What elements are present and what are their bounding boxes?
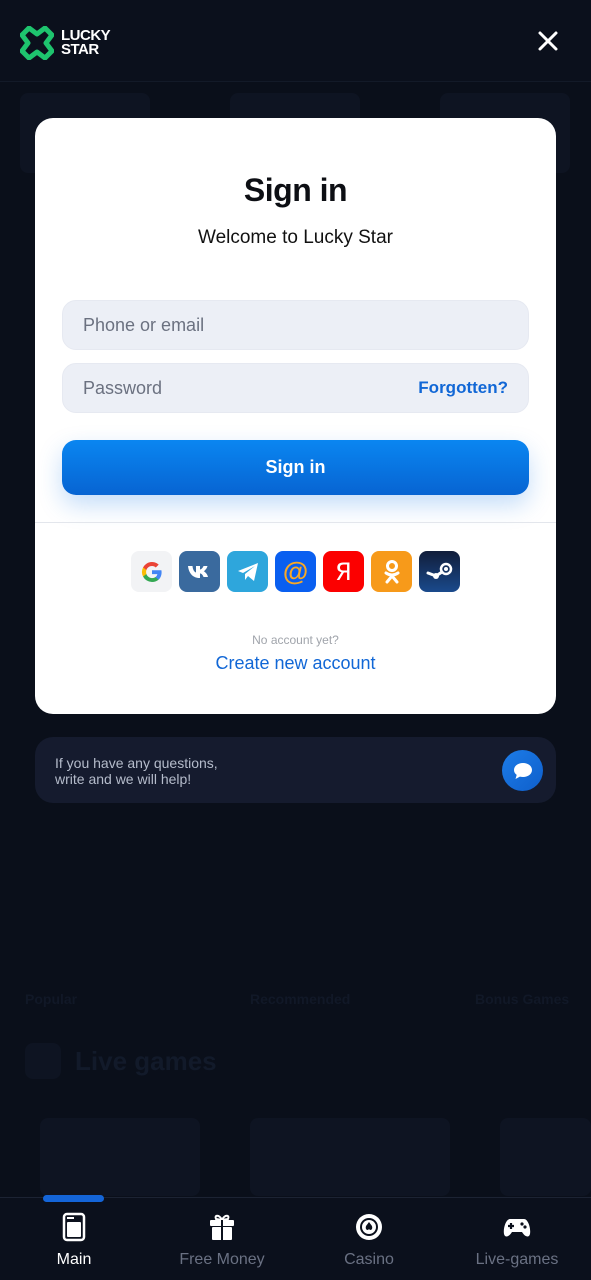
telegram-icon [237,562,258,581]
support-text: If you have any questions, write and we … [55,755,218,787]
google-login-button[interactable] [131,551,172,592]
steam-login-button[interactable] [419,551,460,592]
lucky-star-logo[interactable]: LUCKY STAR [20,26,111,60]
signin-title: Sign in [243,172,348,208]
casino-chip-icon [356,1214,382,1240]
logo-wordmark: LUCKY STAR [61,27,111,58]
yandex-icon: Я [335,557,352,586]
mailru-icon: @ [282,556,309,586]
nav-item-live-games[interactable]: Live-games [442,1212,591,1269]
phone-email-field[interactable] [62,300,529,350]
nav-item-free-money[interactable]: Free Money [147,1212,297,1269]
active-tab-indicator [43,1195,104,1202]
bg-section-icon [25,1043,61,1079]
yandex-login-button[interactable]: Я [323,551,364,592]
signin-button[interactable]: Sign in [62,440,529,495]
bg-tab-bonus: Bonus Games [475,991,570,1007]
social-login-row: @ Я [131,551,460,592]
chat-button[interactable] [502,750,543,791]
bg-game-tile [250,1118,450,1196]
password-field[interactable]: Forgotten? [62,363,529,413]
ok-icon [384,559,399,583]
password-input[interactable] [83,377,419,399]
gift-icon [210,1214,234,1240]
nav-label-free-money: Free Money [179,1251,265,1268]
card-divider [35,522,556,523]
main-icon [62,1212,86,1242]
close-icon[interactable] [536,29,560,53]
clover-logo-icon [20,26,54,60]
bg-tab-popular: Popular [25,991,78,1007]
bg-tab-recommended: Recommended [250,991,351,1007]
create-account-link[interactable]: Create new account [0,653,591,674]
nav-item-casino[interactable]: Casino [294,1212,444,1269]
app-header: LUCKY STAR [0,0,591,82]
support-box: If you have any questions, write and we … [35,737,556,803]
bg-game-tile [40,1118,200,1196]
phone-email-input[interactable] [83,314,508,336]
nav-item-main[interactable]: Main [0,1212,149,1269]
google-icon [141,561,162,582]
chat-bubble-icon [513,762,532,779]
nav-label-casino: Casino [344,1251,394,1268]
gamepad-icon [503,1219,531,1237]
steam-icon [426,562,452,579]
bg-game-tile [500,1118,591,1196]
no-account-text: No account yet? [252,633,339,647]
ok-login-button[interactable] [371,551,412,592]
vk-icon [187,565,208,578]
nav-label-main: Main [56,1251,92,1268]
vk-login-button[interactable] [179,551,220,592]
bottom-nav: Main Free Money Casino Live-games [0,1195,591,1280]
telegram-login-button[interactable] [227,551,268,592]
forgot-password-link[interactable]: Forgotten? [418,378,508,398]
bg-section-title: Live games [75,1046,217,1076]
nav-label-live-games: Live-games [475,1251,559,1268]
signin-subtitle: Welcome to Lucky Star [197,227,393,248]
mailru-login-button[interactable]: @ [275,551,316,592]
